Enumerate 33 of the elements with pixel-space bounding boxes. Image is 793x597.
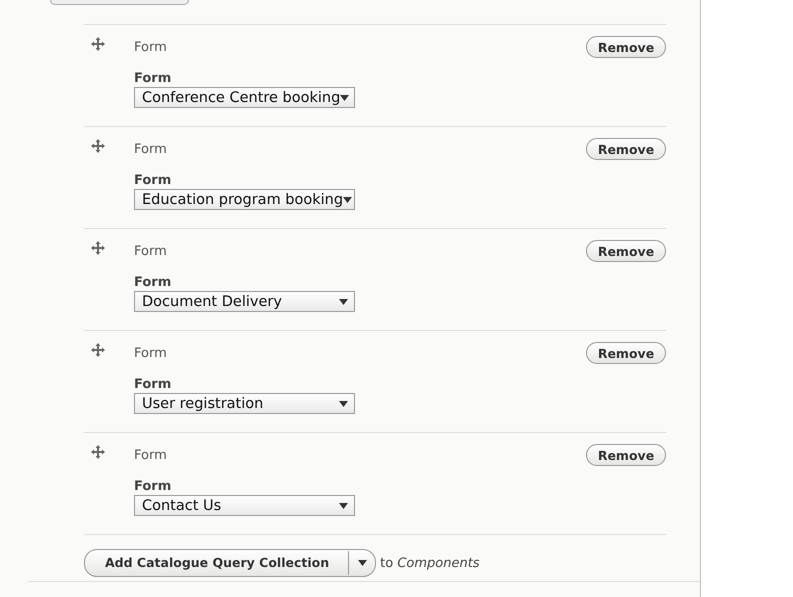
caret-icon bbox=[358, 560, 367, 566]
drag-handle-icon[interactable] bbox=[91, 445, 105, 459]
remove-button[interactable]: Remove bbox=[586, 36, 666, 58]
drag-handle-icon[interactable] bbox=[91, 241, 105, 255]
remove-button[interactable]: Remove bbox=[586, 240, 666, 262]
field-label: Form bbox=[134, 275, 172, 291]
caret-icon bbox=[339, 502, 348, 508]
remove-button[interactable]: Remove bbox=[586, 138, 666, 160]
caret-icon bbox=[343, 196, 352, 202]
remove-button[interactable]: Remove bbox=[586, 342, 666, 364]
drag-handle-icon[interactable] bbox=[91, 37, 105, 51]
item-title: Form bbox=[134, 346, 167, 362]
field-label: Form bbox=[134, 377, 172, 393]
item-title: Form bbox=[134, 244, 167, 260]
target-text: to Components bbox=[380, 556, 480, 570]
item-title: Form bbox=[134, 448, 167, 464]
field-label: Form bbox=[134, 71, 172, 87]
item-title: Form bbox=[134, 142, 167, 158]
form-select[interactable]: Document Delivery bbox=[134, 291, 355, 312]
form-select[interactable]: Education program booking bbox=[134, 189, 355, 210]
drag-handle-icon[interactable] bbox=[91, 343, 105, 357]
caret-icon bbox=[339, 400, 348, 406]
form-select[interactable]: User registration bbox=[134, 393, 355, 414]
remove-button[interactable]: Remove bbox=[586, 444, 666, 466]
caret-icon bbox=[340, 94, 350, 100]
field-label: Form bbox=[134, 479, 172, 495]
form-select[interactable]: Contact Us bbox=[134, 495, 355, 516]
caret-icon bbox=[339, 298, 348, 304]
item-title: Form bbox=[134, 40, 167, 56]
add-button[interactable]: Add Catalogue Query Collection bbox=[84, 549, 376, 577]
field-label: Form bbox=[134, 173, 172, 189]
drag-handle-icon[interactable] bbox=[91, 139, 105, 153]
form-select[interactable]: Conference Centre booking bbox=[134, 87, 355, 108]
